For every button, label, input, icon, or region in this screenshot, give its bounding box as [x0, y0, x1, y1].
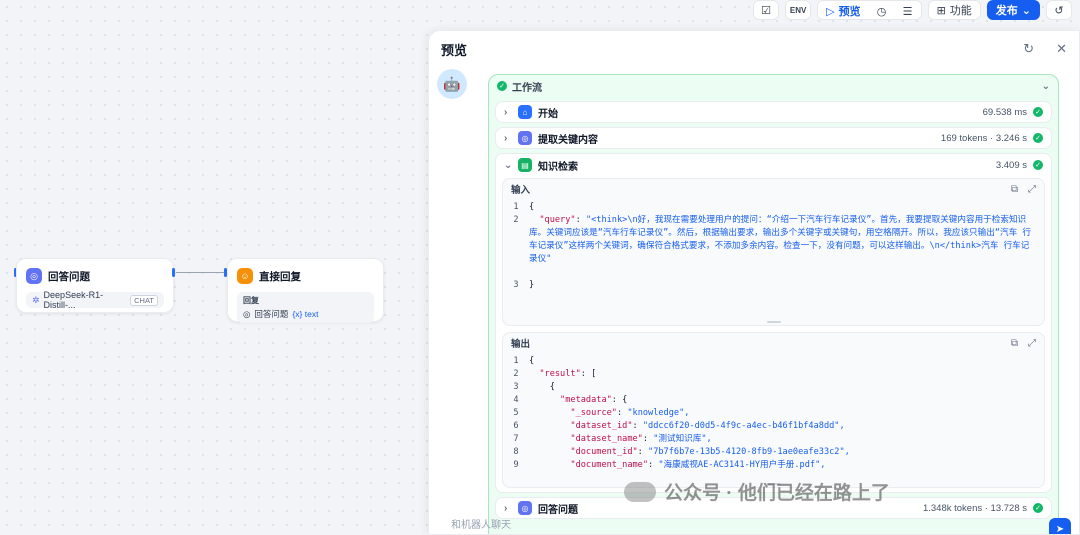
node-output-handle[interactable]	[172, 268, 175, 277]
workflow-header[interactable]: ✓ 工作流 ⌄	[489, 75, 1058, 97]
watermark: 公众号 · 他们已经在路上了	[624, 478, 890, 505]
copy-icon[interactable]: ⧉	[1011, 184, 1018, 195]
checklist-button[interactable]: ☑	[753, 0, 780, 20]
robot-icon: 🤖	[443, 75, 461, 92]
env-button[interactable]: ENV	[785, 0, 812, 20]
step-extract[interactable]: › ◎ 提取关键内容 169 tokens · 3.246 s ✓	[495, 127, 1052, 149]
chevron-down-icon: ⌄	[504, 159, 513, 171]
code-line: 9 "document_name": "海康威视AE-AC3141-HY用户手册…	[513, 460, 826, 470]
code-line: 4 "metadata": {	[513, 395, 628, 405]
chevron-down-icon: ⌄	[1041, 80, 1050, 92]
success-check-icon: ✓	[1033, 503, 1043, 513]
expand-icon[interactable]: ⤢	[1028, 338, 1036, 349]
env-icon: ENV	[789, 5, 807, 15]
chevron-right-icon: ›	[504, 502, 508, 514]
code-line: 8 "document_id": "7b7f6b7e-13b5-4120-8fb…	[513, 447, 850, 457]
reply-icon: ☺	[237, 268, 253, 284]
code-line: 1{	[513, 356, 535, 366]
step-start[interactable]: › ⌂ 开始 69.538 ms ✓	[495, 101, 1052, 123]
top-toolbar: ☑ ENV ▷ 预览 ◷ ☰ ⊞ 功能 发布 ⌄ ↺	[753, 0, 1080, 20]
success-check-icon: ✓	[1033, 133, 1043, 143]
panel-title: 预览	[441, 42, 468, 58]
code-line: 3 {	[513, 382, 555, 392]
step-knowledge-retrieval: ⌄ ▤ 知识检索 3.409 s ✓ 输入 ⧉ ⤢ 1{ 2 "query": "<…	[495, 153, 1052, 493]
node-answer-question[interactable]: ◎ 回答问题 ✲ DeepSeek-R1-Distill-... CHAT	[16, 258, 174, 313]
restart-icon[interactable]: ↻	[1023, 41, 1034, 57]
chat-mode-badge: CHAT	[130, 294, 158, 306]
list-icon: ☰	[902, 5, 913, 18]
llm-icon: ◎	[518, 501, 532, 515]
preview-group: ▷ 预览 ◷ ☰	[817, 0, 922, 20]
play-icon: ▷	[826, 5, 835, 18]
wechat-icon	[624, 481, 656, 502]
edge-connector	[176, 272, 226, 273]
success-check-icon: ✓	[1033, 160, 1043, 170]
step-knowledge-header[interactable]: ⌄ ▤ 知识检索 3.409 s ✓	[496, 154, 1051, 176]
llm-icon: ◎	[26, 268, 42, 284]
history-icon: ↺	[1054, 4, 1064, 17]
resize-grip[interactable]	[766, 321, 781, 323]
book-icon: ▤	[518, 158, 532, 172]
checklist-icon: ☑	[761, 4, 772, 17]
output-code-box: 输出 ⧉ ⤢ 1{2 "result": [3 {4 "metadata": {5…	[502, 332, 1045, 488]
close-icon[interactable]: ✕	[1056, 41, 1067, 57]
chevron-right-icon: ›	[504, 106, 508, 118]
code-line: 6 "dataset_id": "ddcc6f20-d0d5-4f9c-a4ec…	[513, 421, 845, 431]
llm-icon: ◎	[518, 131, 532, 145]
success-check-icon: ✓	[497, 81, 507, 91]
version-history-button[interactable]: ↺	[1046, 0, 1072, 20]
input-code-box: 输入 ⧉ ⤢ 1{ 2 "query": "<think>\n好，我现在需要处理用…	[502, 178, 1045, 326]
features-button[interactable]: ⊞ 功能	[927, 0, 981, 20]
chevron-down-icon: ⌄	[1021, 4, 1031, 17]
expand-icon[interactable]: ⤢	[1028, 184, 1036, 195]
preview-button[interactable]: ▷ 预览	[818, 1, 869, 19]
code-line: 7 "dataset_name": "测试知识库",	[513, 434, 712, 444]
model-selector[interactable]: ✲ DeepSeek-R1-Distill-... CHAT	[26, 290, 164, 310]
bot-avatar: 🤖	[437, 69, 467, 99]
model-logo-icon: ✲	[32, 294, 40, 305]
send-button[interactable]: ➤	[1049, 518, 1071, 535]
checklist-run-button[interactable]: ☰	[894, 1, 921, 19]
chat-input[interactable]: 和机器人聊天	[441, 516, 1069, 534]
copy-icon[interactable]: ⧉	[1011, 338, 1018, 349]
chevron-right-icon: ›	[504, 132, 508, 144]
publish-button[interactable]: 发布 ⌄	[986, 0, 1040, 20]
llm-small-icon: ◎	[243, 308, 251, 319]
clock-icon: ◷	[876, 5, 887, 18]
home-icon: ⌂	[518, 105, 532, 119]
code-line: 5 "_source": "knowledge",	[513, 408, 690, 418]
success-check-icon: ✓	[1033, 107, 1043, 117]
code-line: 2 "result": [	[513, 369, 597, 379]
reply-content: 回复 ◎ 回答问题 {x} text	[237, 292, 374, 323]
workflow-process: ✓ 工作流 ⌄ › ⌂ 开始 69.538 ms ✓ › ◎ 提取关键内容 169…	[488, 74, 1059, 534]
node-direct-reply[interactable]: ☺ 直接回复 回复 ◎ 回答问题 {x} text	[227, 258, 384, 323]
history-run-button[interactable]: ◷	[868, 1, 895, 19]
preview-panel: 预览 ↻ ✕ 🤖 ✓ 工作流 ⌄ › ⌂ 开始 69.538 ms ✓ › ◎ 提…	[428, 30, 1080, 535]
grid-icon: ⊞	[936, 4, 946, 17]
send-icon: ➤	[1055, 523, 1065, 535]
